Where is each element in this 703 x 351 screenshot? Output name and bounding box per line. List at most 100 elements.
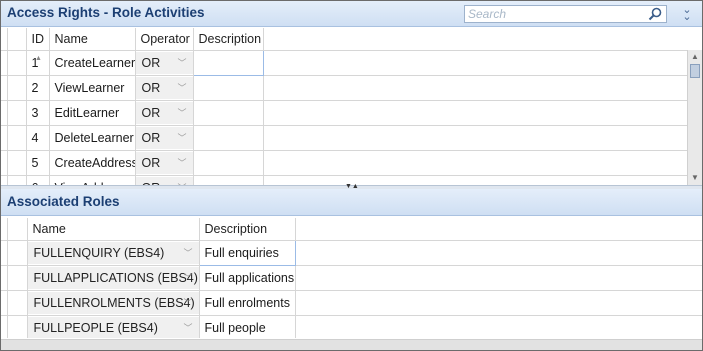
operator-cell[interactable]: OR﹀ <box>135 100 194 126</box>
operator-dropdown[interactable]: OR ﹀ <box>135 151 192 174</box>
chevron-down-icon: ﹀ <box>177 82 187 93</box>
operator-cell[interactable]: OR ﹀ <box>135 150 194 176</box>
search-box[interactable] <box>464 5 667 23</box>
row-filler <box>295 265 702 291</box>
operator-cell[interactable]: OR﹀ <box>135 175 194 186</box>
sort-arrow-icon: ▲ <box>35 55 42 62</box>
chevron-down-icon: ﹀ <box>177 157 187 168</box>
role-dropdown[interactable]: FULLAPPLICATIONS (EBS4) ﹀ <box>27 266 198 289</box>
row-filler <box>295 290 702 316</box>
table-row[interactable]: 3 EditLearner OR ﹀ <box>1 100 687 126</box>
role-name-cell[interactable]: FULLENROLMENTS (EBS4) ﹀ <box>27 290 200 316</box>
role-name-cell[interactable]: FULLPEOPLE (EBS4) ﹀ <box>27 315 200 338</box>
description-cell[interactable]: Full people <box>199 315 296 338</box>
role-dropdown[interactable]: FULLENQUIRY (EBS4) ﹀ <box>27 241 198 264</box>
table-row[interactable]: FULLAPPLICATIONS (EBS4) ﹀ Full applicatio… <box>1 265 702 291</box>
app-window: Access Rights - Role Activities ⌄⌄ ▲ ID … <box>0 0 703 351</box>
row-selector[interactable] <box>7 290 28 316</box>
id-cell[interactable]: 3 <box>26 100 50 126</box>
id-cell[interactable]: 5 <box>26 150 50 176</box>
column-header-id[interactable]: ID <box>26 28 50 51</box>
id-cell[interactable]: 2 <box>26 75 50 101</box>
vertical-scrollbar[interactable]: ▲ ▼ <box>687 50 702 185</box>
table-row[interactable]: 1 CreateLearner OR ﹀ <box>1 49 687 76</box>
row-selector[interactable] <box>7 50 27 76</box>
chevron-down-icon: ﹀ <box>183 247 193 258</box>
description-cell[interactable] <box>193 175 264 185</box>
role-name-value: FULLENROLMENTS (EBS4) <box>33 295 195 310</box>
column-header-description[interactable]: Description <box>193 28 264 51</box>
role-name-cell[interactable]: FULLAPPLICATIONS (EBS4) ﹀ <box>27 265 200 291</box>
row-filler <box>263 150 687 176</box>
operator-cell[interactable]: OR﹀ <box>135 125 194 151</box>
double-chevron-down-icon[interactable]: ⌄ ⌄ <box>681 5 693 23</box>
operator-dropdown[interactable]: OR﹀ <box>135 51 192 74</box>
description-cell[interactable]: Full enquiries <box>198 239 296 266</box>
table-row[interactable]: 6 ViewAddress OR﹀ <box>1 175 687 185</box>
column-header-operator[interactable]: Operator <box>135 28 194 51</box>
chevron-down-icon: ﹀ <box>183 322 193 333</box>
operator-value: OR <box>141 155 161 170</box>
row-selector[interactable] <box>7 265 28 291</box>
header-filler <box>263 28 687 51</box>
operator-dropdown[interactable]: OR﹀ <box>135 76 192 99</box>
row-filler <box>295 240 702 266</box>
description-cell[interactable]: Full enrolments <box>199 290 296 316</box>
row-selector[interactable] <box>7 75 27 101</box>
row-filler <box>263 100 687 126</box>
search-icon[interactable] <box>648 7 662 21</box>
chevron-down-icon: ﹀ <box>177 57 187 68</box>
row-selector[interactable] <box>7 100 27 126</box>
operator-cell[interactable]: OR﹀ <box>135 75 194 101</box>
name-cell[interactable]: ViewLearner <box>49 75 136 101</box>
name-cell[interactable]: DeleteLearner <box>49 125 136 151</box>
scroll-thumb[interactable] <box>690 64 700 78</box>
search-input[interactable] <box>465 6 645 22</box>
table-row[interactable]: FULLENQUIRY (EBS4) ﹀ Full enquiries <box>1 239 702 266</box>
description-cell[interactable] <box>193 100 264 126</box>
row-selector[interactable] <box>7 125 27 151</box>
name-cell[interactable]: EditLearner <box>49 100 136 126</box>
row-selector-header[interactable] <box>7 28 27 51</box>
column-header-description[interactable]: Description <box>199 218 296 241</box>
associated-roles-grid: Name Description FULLENQUIRY (EBS4) ﹀ Ful… <box>1 218 702 338</box>
row-selector[interactable] <box>7 175 27 185</box>
description-cell[interactable] <box>192 49 264 76</box>
id-cell[interactable]: 1 <box>26 50 50 76</box>
description-cell[interactable] <box>193 150 264 176</box>
column-header-name[interactable]: Name <box>49 28 136 51</box>
table-row[interactable]: FULLPEOPLE (EBS4) ﹀ Full people <box>1 315 702 338</box>
id-cell[interactable]: 6 <box>26 175 50 185</box>
operator-dropdown[interactable]: OR﹀ <box>135 176 192 186</box>
role-dropdown[interactable]: FULLPEOPLE (EBS4) ﹀ <box>27 316 198 338</box>
row-filler <box>295 315 702 338</box>
role-name-cell[interactable]: FULLENQUIRY (EBS4) ﹀ <box>27 240 200 266</box>
name-cell[interactable]: CreateAddress <box>49 150 136 176</box>
operator-dropdown[interactable]: OR﹀ <box>135 101 192 124</box>
row-filler <box>263 125 687 151</box>
chevron-down-icon: ﹀ <box>177 177 186 186</box>
operator-dropdown[interactable]: OR﹀ <box>135 126 192 149</box>
operator-cell[interactable]: OR﹀ <box>135 50 194 76</box>
id-cell[interactable]: 4 <box>26 125 50 151</box>
table-row[interactable]: 4 DeleteLearner OR ﹀ <box>1 125 687 151</box>
table-row[interactable]: 5 CreateAddress OR ﹀ <box>1 150 687 176</box>
table-row[interactable]: 2 ViewLearner OR ﹀ <box>1 75 687 101</box>
description-cell[interactable] <box>193 125 264 151</box>
row-selector-header[interactable] <box>7 218 28 241</box>
row-selector[interactable] <box>7 240 28 266</box>
scroll-up-icon[interactable]: ▲ <box>690 52 700 62</box>
row-filler <box>263 75 687 101</box>
status-bar <box>1 339 702 350</box>
name-cell[interactable]: ViewAddress <box>49 175 136 185</box>
role-dropdown[interactable]: FULLENROLMENTS (EBS4) ﹀ <box>27 291 198 314</box>
operator-value: OR <box>141 105 161 120</box>
row-selector[interactable] <box>7 315 28 338</box>
column-header-name[interactable]: Name <box>27 218 200 241</box>
row-selector[interactable] <box>7 150 27 176</box>
description-cell[interactable]: Full applications <box>199 265 296 291</box>
scroll-down-icon[interactable]: ▼ <box>690 173 700 183</box>
description-cell[interactable] <box>193 75 264 101</box>
name-cell[interactable]: CreateLearner <box>49 50 136 76</box>
table-row[interactable]: FULLENROLMENTS (EBS4) ﹀ Full enrolments <box>1 290 702 316</box>
